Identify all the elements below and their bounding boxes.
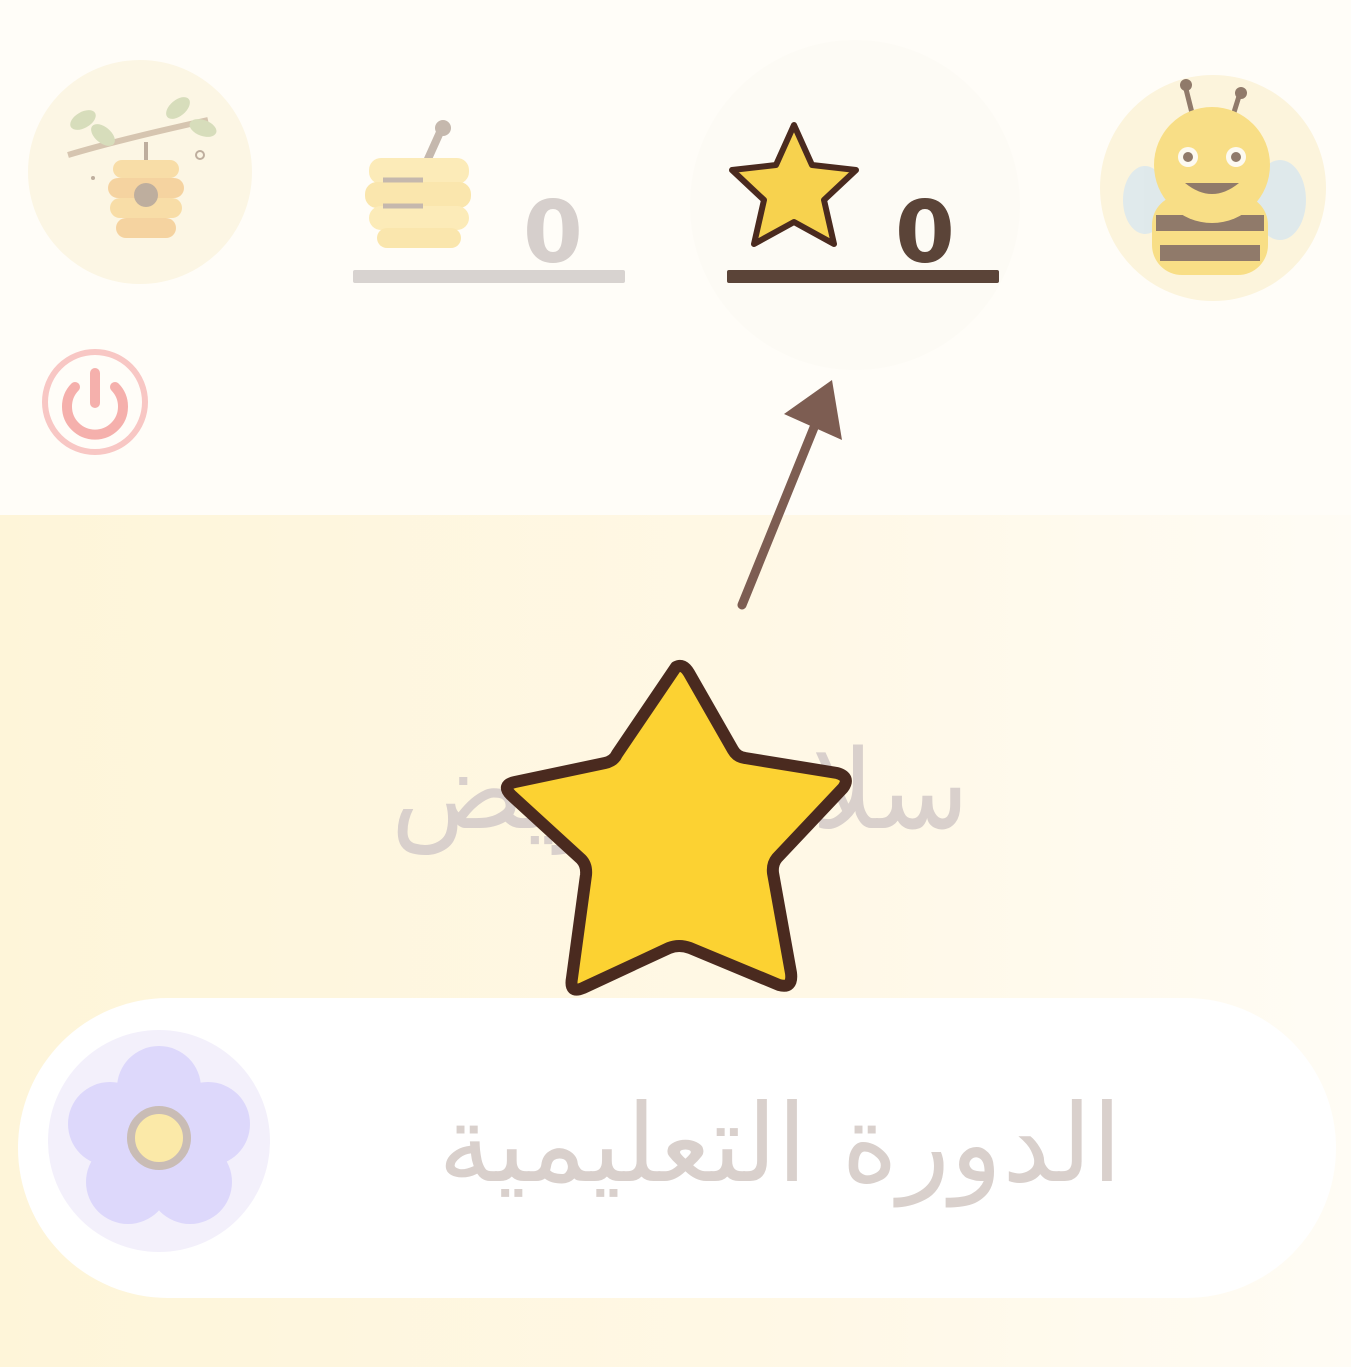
star-counter: 0 <box>727 120 999 290</box>
honey-count: 0 <box>523 183 583 283</box>
bee-avatar-button[interactable] <box>1100 75 1326 301</box>
flower-badge <box>48 1030 270 1252</box>
beehive-button[interactable] <box>28 60 252 284</box>
bee-avatar-icon <box>1123 79 1306 275</box>
star-count: 0 <box>895 183 955 283</box>
power-button[interactable] <box>38 345 152 459</box>
honey-jar-icon <box>365 120 471 248</box>
honey-underline <box>353 270 625 283</box>
beehive-icon <box>67 97 217 238</box>
reward-star-icon <box>500 659 852 996</box>
arrow-icon <box>737 380 842 610</box>
star-underline <box>727 270 999 283</box>
power-icon <box>42 349 148 455</box>
star-icon <box>729 122 859 247</box>
honey-counter: 0 <box>353 120 625 290</box>
course-label: الدورة التعليمية <box>438 1082 1122 1207</box>
flower-icon <box>68 1046 250 1224</box>
